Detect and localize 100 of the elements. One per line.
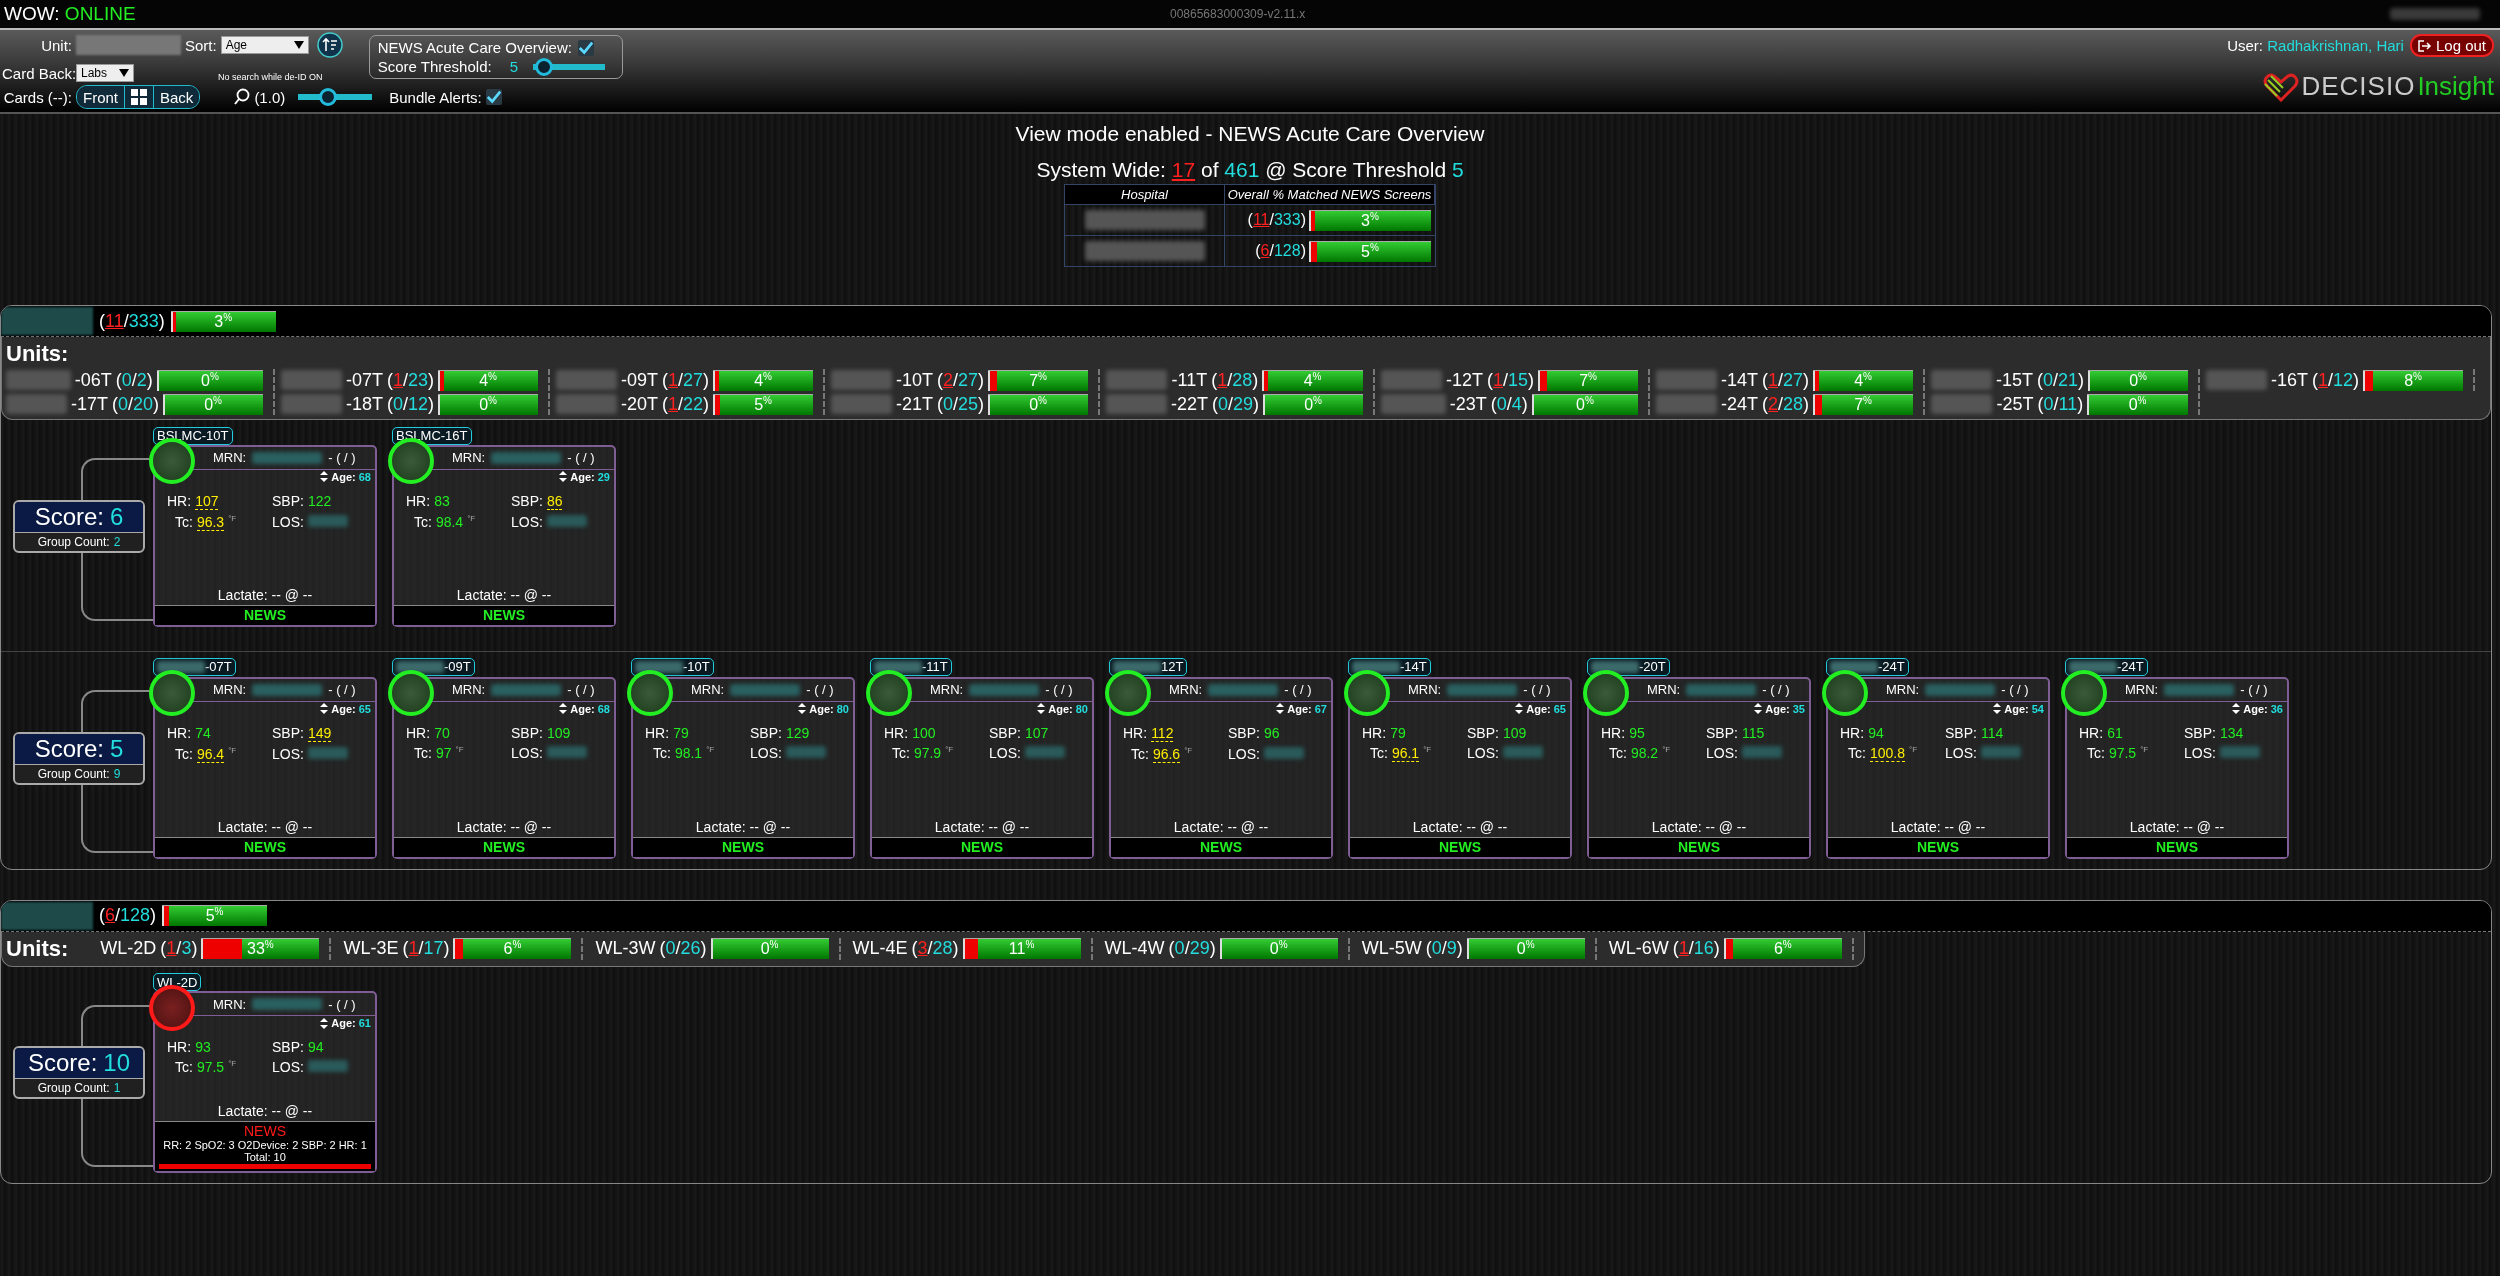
- unit-count: (1/27): [662, 369, 710, 391]
- score-label: Score:: [27, 1049, 98, 1077]
- zoom-icon: [234, 88, 251, 106]
- checkbox-label: Bundle Alerts:: [389, 88, 482, 106]
- mrn-value: - ( / ): [1284, 682, 1312, 697]
- vital-label: SBP:: [1945, 724, 1977, 741]
- match-count: (11/333): [1247, 211, 1306, 229]
- patient-card[interactable]: MRN: - ( / ) Age: 54 HR: 94 SBP: 114 Tc: 100.8 °F LOS: Lactate: -- @ -- NEWS: [1826, 676, 2050, 859]
- patient-card[interactable]: MRN: - ( / ) Age: 68 HR: 107 SBP: 122 Tc: 96.3 °F LOS: Lactate: -- @ -- NEWS: [153, 444, 377, 627]
- vital-value: 122: [307, 492, 332, 509]
- patient-card[interactable]: MRN: - ( / ) Age: 80 HR: 100 SBP: 107 Tc: 97.9 °F LOS: Lactate: -- @ -- NEWS: [870, 676, 1094, 859]
- lactate-text: Lactate: -- @ --: [216, 818, 314, 837]
- sort-arrows-icon: [798, 703, 807, 714]
- unit-name: -18T: [346, 393, 383, 415]
- unit-label: °F: [2140, 744, 2149, 754]
- score-type-label: NEWS: [1916, 838, 1960, 857]
- mrn-value: - ( / ): [806, 682, 834, 697]
- patient-card[interactable]: MRN: - ( / ) Age: 65 HR: 74 SBP: 149 Tc: 96.4 °F LOS: Lactate: -- @ -- NEWS: [153, 676, 377, 859]
- age-value: 68: [597, 702, 610, 715]
- mrn-value: - ( / ): [567, 450, 595, 465]
- patient-card[interactable]: MRN: - ( / ) Age: 61 HR: 93 SBP: 94 Tc: 97.5 °F LOS: Lactate: -- @ -- NEWS RR: 2 SpO2: 3 O2Device: 2 SBP: 2 HR: 1 Total: 10: [153, 991, 377, 1173]
- vital-value: 109: [1502, 724, 1527, 741]
- patient-card[interactable]: MRN: - ( / ) Age: 67 HR: 112 SBP: 96 Tc: 96.6 °F LOS: Lactate: -- @ -- NEWS: [1109, 676, 1333, 859]
- mrn-label: MRN:: [213, 996, 247, 1012]
- slider-thumb[interactable]: [534, 57, 553, 76]
- age-value: 80: [836, 702, 849, 715]
- vital-value: 96.4: [196, 745, 225, 763]
- patient-card[interactable]: MRN: - ( / ) Age: 35 HR: 95 SBP: 115 Tc: 98.2 °F LOS: Lactate: -- @ -- NEWS: [1587, 676, 1811, 859]
- age-label: Age:: [331, 470, 356, 483]
- mrn-label: MRN:: [452, 450, 486, 465]
- vital-label: LOS:: [750, 744, 782, 761]
- redacted-text: [1024, 745, 1065, 758]
- checkbox[interactable]: [485, 89, 502, 105]
- vital-value: 96.6: [1152, 745, 1181, 763]
- unit-label: °F: [706, 744, 715, 754]
- field-label: Unit:: [40, 36, 72, 54]
- unit-label: °F: [455, 744, 464, 754]
- user-name: User: Radhakrishnan, Hari: [2227, 37, 2404, 54]
- vital-label: LOS:: [511, 744, 543, 761]
- vital-label: LOS:: [2184, 744, 2216, 761]
- patient-card[interactable]: MRN: - ( / ) Age: 29 HR: 83 SBP: 86 Tc: 98.4 °F LOS: Lactate: -- @ -- NEWS: [392, 444, 616, 627]
- lactate-text: Lactate: -- @ --: [216, 586, 314, 605]
- percent-label: 0$^{%}$: [204, 394, 222, 415]
- percent-label: 0$^{%}$: [1269, 939, 1288, 959]
- redacted-text: [491, 683, 562, 696]
- unit-count: (1/12): [2312, 369, 2360, 391]
- vital-label: Tc:: [1370, 744, 1388, 761]
- unit-name: -24T: [1721, 393, 1758, 415]
- percent-label: 0$^{%}$: [1304, 394, 1322, 415]
- lactate-text: Lactate: -- @ --: [455, 586, 553, 605]
- card-back-select[interactable]: Labs: [76, 64, 134, 82]
- vital-value: 93: [195, 1039, 211, 1055]
- redacted-text: [1352, 660, 1400, 673]
- redacted-text: [1931, 370, 1992, 390]
- patient-card[interactable]: MRN: - ( / ) Age: 65 HR: 79 SBP: 109 Tc: 96.1 °F LOS: Lactate: -- @ -- NEWS: [1348, 676, 1572, 859]
- redacted-text: [1381, 394, 1446, 414]
- checkbox[interactable]: [577, 39, 594, 56]
- redacted-text: [2069, 660, 2117, 673]
- redacted-text: [874, 660, 922, 673]
- unit-label: °F: [945, 744, 954, 754]
- patient-card[interactable]: MRN: - ( / ) Age: 68 HR: 70 SBP: 109 Tc: 97 °F LOS: Lactate: -- @ -- NEWS: [392, 676, 616, 859]
- percent-label: 0$^{%}$: [1576, 394, 1594, 415]
- vital-label: LOS:: [989, 744, 1021, 761]
- vital-value: 149: [307, 724, 332, 742]
- unit-name: -23T: [1449, 393, 1487, 415]
- vital-value: 61: [2107, 724, 2123, 741]
- unit-count: (1/16): [1672, 938, 1720, 959]
- slider-thumb[interactable]: [318, 88, 337, 106]
- lactate-text: Lactate: -- @ --: [1650, 818, 1748, 837]
- unit-count: (1/22): [662, 393, 710, 415]
- unit-count: (1/27): [1762, 369, 1810, 391]
- patient-card[interactable]: MRN: - ( / ) Age: 80 HR: 79 SBP: 129 Tc: 98.1 °F LOS: Lactate: -- @ -- NEWS: [631, 676, 855, 859]
- age-label: Age:: [1048, 702, 1073, 715]
- unit-count: (0/20): [112, 393, 160, 415]
- units-title: Units:: [6, 935, 69, 962]
- redacted-text: [2206, 370, 2267, 390]
- vital-label: SBP:: [1706, 724, 1738, 741]
- patient-card[interactable]: MRN: - ( / ) Age: 36 HR: 61 SBP: 134 Tc: 97.5 °F LOS: Lactate: -- @ -- NEWS: [2065, 676, 2289, 859]
- unit-field[interactable]: [76, 35, 181, 55]
- score-type-label: NEWS: [1677, 838, 1721, 857]
- age-value: 80: [1075, 702, 1088, 715]
- vital-label: LOS:: [1945, 744, 1977, 761]
- vital-value: 107: [195, 492, 219, 510]
- unit-count: (0/25): [937, 393, 985, 415]
- vital-label: Tc:: [414, 744, 432, 761]
- card-side-button[interactable]: Front: [77, 86, 125, 108]
- vital-label: SBP:: [272, 1039, 304, 1055]
- vital-label: HR:: [2079, 724, 2104, 741]
- unit-name: -25T: [1996, 393, 2034, 415]
- sort-select[interactable]: Age: [220, 36, 309, 54]
- redacted-text: [2219, 745, 2260, 758]
- vital-label: Tc:: [175, 1059, 193, 1075]
- redacted-text: [1113, 660, 1161, 673]
- vital-value: 96: [1263, 724, 1280, 741]
- unit-count: (0/26): [659, 938, 707, 959]
- redacted-text: [252, 451, 323, 464]
- logout-icon: [2417, 39, 2432, 52]
- score-type-label: NEWS: [243, 606, 287, 625]
- sort-icon[interactable]: [316, 32, 343, 58]
- logout-button[interactable]: Log out: [2409, 34, 2494, 57]
